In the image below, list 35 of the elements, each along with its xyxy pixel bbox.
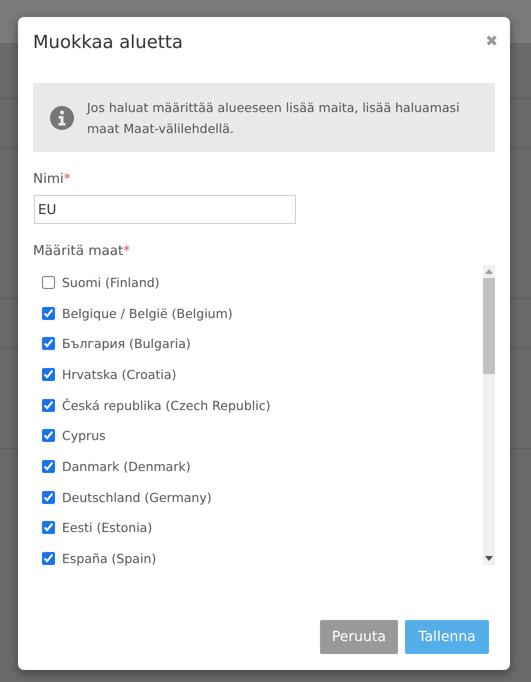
country-label: България (Bulgaria) bbox=[62, 336, 191, 352]
scroll-down-icon[interactable] bbox=[485, 556, 493, 561]
required-mark: * bbox=[123, 243, 130, 259]
info-icon bbox=[50, 106, 74, 130]
field-label: Määritä maat bbox=[33, 243, 124, 259]
country-checkbox[interactable] bbox=[42, 337, 55, 350]
country-checkbox[interactable] bbox=[42, 460, 55, 473]
country-label: Danmark (Denmark) bbox=[62, 458, 191, 474]
name-field[interactable]: EU bbox=[34, 195, 296, 224]
country-label: Deutschland (Germany) bbox=[62, 490, 212, 505]
cancel-button[interactable]: Peruuta bbox=[320, 620, 398, 654]
country-label: Cyprus bbox=[62, 428, 106, 444]
country-checkbox[interactable] bbox=[42, 306, 55, 320]
scrollbar[interactable] bbox=[483, 265, 495, 565]
country-checkbox[interactable] bbox=[42, 429, 55, 442]
country-checkbox[interactable] bbox=[42, 521, 55, 534]
country-label: Belgique / België (Belgium) bbox=[62, 306, 233, 321]
country-label: Hrvatska (Croatia) bbox=[62, 366, 176, 382]
info-message: Jos haluat määrittää alueeseen lisää maita, lisää haluamasi maat Maat-välilehdellä. bbox=[87, 98, 461, 138]
country-checkbox[interactable] bbox=[42, 368, 55, 381]
save-button[interactable]: Tallenna bbox=[405, 620, 489, 654]
country-checkbox[interactable] bbox=[42, 398, 55, 412]
country-checkbox[interactable] bbox=[42, 276, 55, 289]
scroll-up-icon[interactable] bbox=[485, 269, 493, 274]
dialog-title: Muokkaa aluetta bbox=[33, 32, 183, 52]
country-label: España (Spain) bbox=[62, 551, 156, 566]
country-checkbox[interactable] bbox=[42, 490, 55, 504]
country-label: Eesti (Estonia) bbox=[62, 520, 152, 536]
close-button[interactable]: ✖ bbox=[485, 32, 498, 50]
field-label: Nimi bbox=[33, 171, 64, 187]
scrollbar-thumb[interactable] bbox=[483, 278, 495, 374]
country-label: Česká republika (Czech Republic) bbox=[62, 398, 270, 413]
required-mark: * bbox=[64, 171, 71, 187]
country-checkbox[interactable] bbox=[42, 552, 55, 566]
country-label: Suomi (Finland) bbox=[62, 274, 160, 290]
